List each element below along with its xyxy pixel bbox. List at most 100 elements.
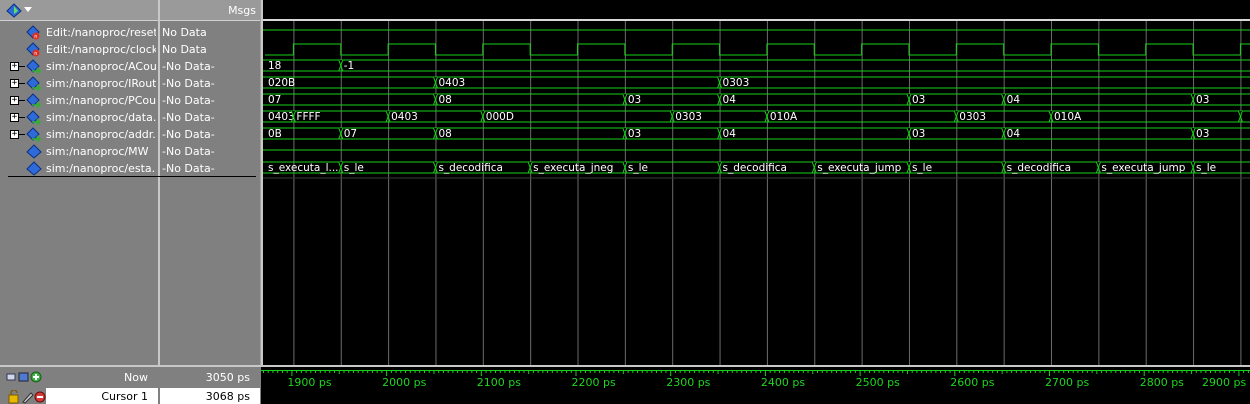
bus-value-label: s_decodifica	[438, 162, 502, 174]
signal-row[interactable]: n Edit:/nanoproc/reset	[0, 24, 158, 41]
bus-signal-icon	[26, 59, 42, 74]
signal-name: sim:/nanoproc/PCout	[46, 94, 156, 107]
signal-row[interactable]: + sim:/nanoproc/PCout	[0, 92, 158, 109]
bus-value-label: 0303	[723, 77, 750, 89]
bus-value-label: 04	[723, 94, 737, 106]
bus-value-label: 010A	[770, 111, 798, 123]
bus-value-label: 07	[344, 128, 357, 140]
bus-value-label: 0303	[959, 111, 986, 123]
input-signal-icon: n	[26, 42, 40, 57]
now-value: 3050 ps	[205, 371, 250, 384]
bus-value-label: 000D	[486, 111, 514, 123]
expand-toggle-icon[interactable]: +	[10, 62, 19, 71]
tree-line	[19, 66, 25, 67]
signal-diamond-icon	[26, 144, 42, 159]
signal-row[interactable]: sim:/nanoproc/MW	[0, 143, 158, 160]
tree-line	[19, 117, 25, 118]
waveform-canvas[interactable]: 18 -1020B 0403 030307 08 03 04 03 04 030403 FFFF 04…	[263, 21, 1250, 365]
selected-row-underline	[8, 176, 256, 177]
signal-value: -No Data-	[162, 60, 215, 73]
bus-signal-icon	[26, 110, 42, 125]
svg-text:n: n	[34, 34, 37, 40]
names-header	[0, 0, 158, 21]
bus-value-label: FFFF	[296, 111, 320, 123]
expand-toggle-icon[interactable]: +	[10, 113, 19, 122]
bus-value-label: 0403	[438, 77, 465, 89]
dropdown-arrow-icon[interactable]	[24, 7, 32, 13]
bus-value-label: 0403	[268, 111, 295, 123]
lock-icon[interactable]	[8, 390, 46, 404]
cursor-value[interactable]: 3068 ps	[160, 388, 260, 404]
bus-signal-icon	[26, 76, 42, 91]
bus-signal-icon	[26, 93, 42, 108]
signal-name: sim:/nanoproc/esta...	[46, 162, 156, 175]
signal-value: No Data	[162, 26, 207, 39]
bus-value-label: 03	[1196, 128, 1209, 140]
bus-value-label: s_executa_jneg	[533, 162, 613, 174]
signal-row[interactable]: n Edit:/nanoproc/clock	[0, 41, 158, 58]
signal-diamond-icon	[26, 161, 42, 176]
bus-value-label: s_le	[628, 162, 648, 174]
signal-value: No Data	[162, 43, 207, 56]
signal-name: sim:/nanoproc/data...	[46, 111, 156, 124]
bus-value-label: s_decodifica	[1007, 162, 1071, 174]
bus-value-label: 03	[912, 128, 925, 140]
clock-wave	[265, 43, 1250, 56]
bus-value-label: 03	[628, 94, 641, 106]
signal-value: -No Data-	[162, 145, 215, 158]
expand-toggle-icon[interactable]: +	[10, 130, 19, 139]
bus-value-label: 07	[268, 94, 281, 106]
waveform-pane[interactable]: 18 -1 020B 0403 0303 07 08 03 04 03 04 03 0403 FFFF 04…	[261, 0, 1250, 365]
signal-row[interactable]: + sim:/nanoproc/data...	[0, 109, 158, 126]
bus-value-label: 03	[912, 94, 925, 106]
signal-row[interactable]: sim:/nanoproc/esta...	[0, 160, 158, 177]
bus-value-label: 03	[1196, 94, 1209, 106]
now-label: Now	[124, 371, 148, 384]
tree-line	[19, 83, 25, 84]
bus-value-label: 04	[1007, 94, 1021, 106]
cursor-name[interactable]: Cursor 1	[46, 388, 158, 404]
time-axis[interactable]: 1900 ps 2000 ps 2100 ps 2200 ps 2300 ps 2400 …	[261, 367, 1250, 404]
signal-row[interactable]: + sim:/nanoproc/IRout	[0, 75, 158, 92]
bus-value-label: s_executa_l...	[268, 162, 339, 174]
waveform-header	[263, 0, 1250, 21]
signal-name: sim:/nanoproc/addr...	[46, 128, 156, 141]
expand-toggle-icon[interactable]: +	[10, 96, 19, 105]
signal-name: sim:/nanoproc/MW	[46, 145, 149, 158]
signal-names-pane: n Edit:/nanoproc/reset n Edit:/nanoproc/clo…	[0, 0, 158, 365]
signal-values-pane: Msgs No Data No Data -No Data- -No Data- -No…	[158, 0, 260, 365]
bus-signal-icon	[26, 127, 42, 142]
bus-value-label: s_le	[912, 162, 932, 174]
signal-value: -No Data-	[162, 128, 215, 141]
wave-diamond-icon[interactable]	[6, 3, 22, 18]
signal-name: sim:/nanoproc/IRout	[46, 77, 156, 90]
signal-name: Edit:/nanoproc/reset	[46, 26, 156, 39]
bus-value-label: 010A	[1054, 111, 1082, 123]
signal-row[interactable]: + sim:/nanoproc/ACout	[0, 58, 158, 75]
bus-value-label: s_decodifica	[723, 162, 787, 174]
msgs-header: Msgs	[160, 0, 260, 21]
bus-value-label: 04	[723, 128, 737, 140]
signal-value: -No Data-	[162, 94, 215, 107]
tree-line	[19, 134, 25, 135]
signal-name: sim:/nanoproc/ACout	[46, 60, 156, 73]
signal-value: -No Data-	[162, 111, 215, 124]
bus-value-label: s_le	[344, 162, 364, 174]
svg-text:n: n	[34, 51, 37, 57]
signal-value: -No Data-	[162, 77, 215, 90]
expand-toggle-icon[interactable]: +	[10, 79, 19, 88]
bus-value-label: 04	[1007, 128, 1021, 140]
bus-value-label: 08	[438, 94, 451, 106]
signal-row[interactable]: + sim:/nanoproc/addr...	[0, 126, 158, 143]
input-signal-icon: n	[26, 25, 40, 40]
bus-value-label: 08	[438, 128, 451, 140]
bus-value-label: 0303	[675, 111, 702, 123]
bus-value-label: 0403	[391, 111, 418, 123]
bus-value-label: 020B	[268, 77, 295, 89]
bus-value-label: 03	[628, 128, 641, 140]
cursor-track[interactable]	[261, 388, 1250, 404]
bus-value-label: 18	[268, 60, 281, 72]
bus-value-label: s_executa_jump	[817, 162, 901, 174]
signal-name: Edit:/nanoproc/clock	[46, 43, 156, 56]
bus-value-label: -1	[344, 60, 354, 72]
